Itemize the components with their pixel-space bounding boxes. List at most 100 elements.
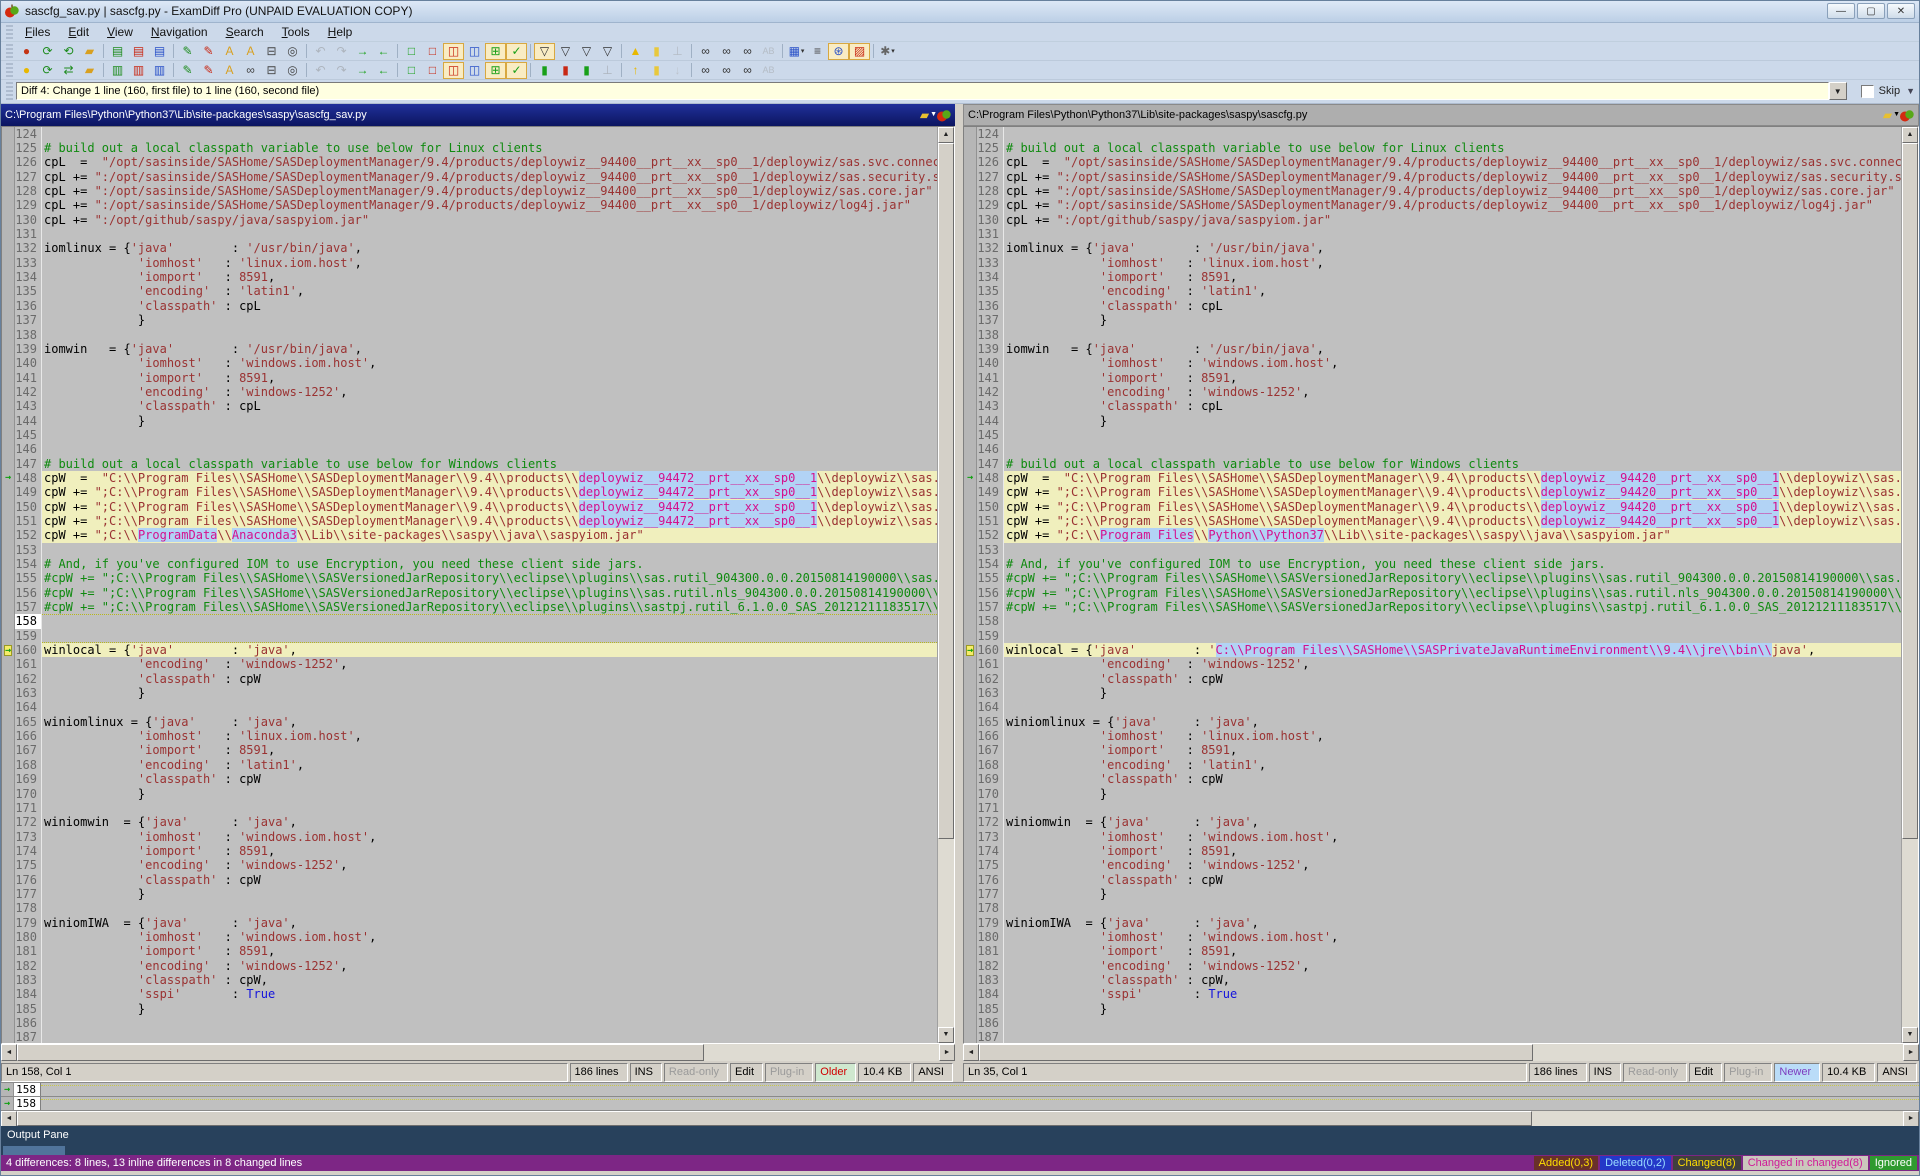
code-line-168[interactable]: 168 'encoding' : 'latin1', xyxy=(964,758,1901,772)
code-line-179[interactable]: 179winiomIWA = {'java' : 'java', xyxy=(2,916,937,930)
find-icon[interactable]: ∞ xyxy=(695,43,716,60)
recompare-icon[interactable]: ⟳ xyxy=(37,43,58,60)
options-icon[interactable]: ✱▾ xyxy=(877,43,898,60)
right-code-rows[interactable]: 124125# build out a local classpath vari… xyxy=(964,127,1901,1043)
find-next-text-icon[interactable]: ∞ xyxy=(716,62,737,79)
code-line-139[interactable]: 139iomwin = {'java' : '/usr/bin/java', xyxy=(964,342,1901,356)
badge-ignored[interactable]: Ignored xyxy=(1870,1156,1917,1170)
badge-added-0-3-[interactable]: Added(0,3) xyxy=(1534,1156,1598,1170)
code-line-150[interactable]: 150cpW += ";C:\\Program Files\\SASHome\\… xyxy=(964,500,1901,514)
code-line-135[interactable]: 135 'encoding' : 'latin1', xyxy=(964,284,1901,298)
code-line-174[interactable]: 174 'iomport' : 8591, xyxy=(964,844,1901,858)
highlight-all-icon[interactable]: AB xyxy=(758,62,779,79)
filter-deleted-icon[interactable]: ▽ xyxy=(576,43,597,60)
code-line-185[interactable]: 185 } xyxy=(964,1002,1901,1016)
diffbar-grip[interactable] xyxy=(6,82,13,100)
menu-view[interactable]: View xyxy=(98,23,142,41)
menu-files[interactable]: Files xyxy=(16,23,59,41)
code-line-182[interactable]: 182 'encoding' : 'windows-1252', xyxy=(2,959,937,973)
right-hscroll-thumb[interactable] xyxy=(979,1044,1533,1061)
badge-changed-in-changed-8-[interactable]: Changed in changed(8) xyxy=(1743,1156,1868,1170)
attachment-icon[interactable]: ⊥ xyxy=(597,62,618,79)
code-line-178[interactable]: 178 xyxy=(2,901,937,915)
code-line-167[interactable]: 167 'iomport' : 8591, xyxy=(964,743,1901,757)
bottom-scroll-left-icon[interactable]: ◄ xyxy=(1,1111,17,1127)
code-line-154[interactable]: 154# And, if you've configured IOM to us… xyxy=(964,557,1901,571)
show-identical-icon[interactable]: □ xyxy=(401,43,422,60)
badge-deleted-0-2-[interactable]: Deleted(0,2) xyxy=(1600,1156,1671,1170)
code-line-134[interactable]: 134 'iomport' : 8591, xyxy=(964,270,1901,284)
code-line-135[interactable]: 135 'encoding' : 'latin1', xyxy=(2,284,937,298)
previous-change-icon[interactable]: ↑ xyxy=(625,62,646,79)
code-line-184[interactable]: 184 'sspi' : True xyxy=(2,987,937,1001)
bottom-scroll-right-icon[interactable]: ► xyxy=(1903,1111,1919,1127)
code-line-165[interactable]: 165winiomlinux = {'java' : 'java', xyxy=(2,715,937,729)
code-line-151[interactable]: 151cpW += ";C:\\Program Files\\SASHome\\… xyxy=(2,514,937,528)
redo-edit-icon[interactable]: ↷ xyxy=(331,62,352,79)
redo-icon[interactable]: ↷ xyxy=(331,43,352,60)
tree-view-icon[interactable]: ⊥ xyxy=(667,43,688,60)
code-line-172[interactable]: 172winiomwin = {'java' : 'java', xyxy=(964,815,1901,829)
go-previous-diff-icon[interactable]: ← xyxy=(373,62,394,79)
code-line-147[interactable]: 147# build out a local classpath variabl… xyxy=(964,457,1901,471)
code-line-176[interactable]: 176 'classpath' : cpW xyxy=(964,873,1901,887)
code-line-178[interactable]: 178 xyxy=(964,901,1901,915)
save-both-icon[interactable]: ▤ xyxy=(149,43,170,60)
code-line-130[interactable]: 130cpL += ":/opt/github/saspy/java/saspy… xyxy=(964,213,1901,227)
code-line-152[interactable]: 152cpW += ";C:\\Program Files\\Python\\P… xyxy=(964,528,1901,542)
code-line-129[interactable]: 129cpL += ":/opt/sasinside/SASHome/SASDe… xyxy=(964,198,1901,212)
code-line-181[interactable]: 181 'iomport' : 8591, xyxy=(2,944,937,958)
show-first-only-icon[interactable]: ◫ xyxy=(443,43,464,60)
edit-first-icon[interactable]: ✎ xyxy=(177,43,198,60)
code-line-153[interactable]: 153 xyxy=(2,543,937,557)
next-bookmark-icon[interactable]: ▮ xyxy=(576,62,597,79)
print-report-icon[interactable]: ⊟ xyxy=(261,62,282,79)
code-line-180[interactable]: 180 'iomhost' : 'windows.iom.host', xyxy=(2,930,937,944)
code-line-137[interactable]: 137 } xyxy=(964,313,1901,327)
code-line-177[interactable]: 177 } xyxy=(964,887,1901,901)
code-line-124[interactable]: 124 xyxy=(964,127,1901,141)
code-line-125[interactable]: 125# build out a local classpath variabl… xyxy=(964,141,1901,155)
code-line-125[interactable]: 125# build out a local classpath variabl… xyxy=(2,141,937,155)
code-line-176[interactable]: 176 'classpath' : cpW xyxy=(2,873,937,887)
code-line-159[interactable]: 159 xyxy=(964,629,1901,643)
code-line-136[interactable]: 136 'classpath' : cpL xyxy=(964,299,1901,313)
minimize-button[interactable]: — xyxy=(1827,3,1855,19)
compare-directories-icon[interactable]: ● xyxy=(16,62,37,79)
code-line-131[interactable]: 131 xyxy=(964,227,1901,241)
right-vscroll-thumb[interactable] xyxy=(1902,143,1918,839)
edit-second-file-icon[interactable]: ✎ xyxy=(198,62,219,79)
code-line-128[interactable]: 128cpL += ":/opt/sasinside/SASHome/SASDe… xyxy=(2,184,937,198)
find-text-icon[interactable]: ∞ xyxy=(695,62,716,79)
code-line-126[interactable]: 126cpL = "/opt/sasinside/SASHome/SASDepl… xyxy=(2,155,937,169)
code-line-160[interactable]: →160winlocal = {'java' : 'java', xyxy=(2,643,937,657)
refresh-files-icon[interactable]: ⟲ xyxy=(58,43,79,60)
right-scroll-left-icon[interactable]: ◄ xyxy=(963,1044,979,1061)
code-line-137[interactable]: 137 } xyxy=(2,313,937,327)
code-line-155[interactable]: 155#cpW += ";C:\\Program Files\\SASHome\… xyxy=(964,571,1901,585)
pane-splitter[interactable] xyxy=(955,104,963,1082)
code-line-145[interactable]: 145 xyxy=(964,428,1901,442)
right-scroll-right-icon[interactable]: ► xyxy=(1903,1044,1919,1061)
code-line-146[interactable]: 146 xyxy=(2,442,937,456)
output-pane-tab[interactable] xyxy=(3,1146,65,1155)
save-first-file-icon[interactable]: ▥ xyxy=(107,62,128,79)
print-icon[interactable]: ⊟ xyxy=(261,43,282,60)
highlight-inline-icon[interactable]: ✓ xyxy=(506,62,527,79)
bottom-scroll-thumb[interactable] xyxy=(17,1111,1532,1126)
code-line-142[interactable]: 142 'encoding' : 'windows-1252', xyxy=(2,385,937,399)
code-line-180[interactable]: 180 'iomhost' : 'windows.iom.host', xyxy=(964,930,1901,944)
open-files-icon[interactable]: ▰ xyxy=(79,43,100,60)
readonly-second-icon[interactable]: A xyxy=(240,43,261,60)
code-line-126[interactable]: 126cpL = "/opt/sasinside/SASHome/SASDepl… xyxy=(964,155,1901,169)
undo-edit-icon[interactable]: ↶ xyxy=(310,62,331,79)
code-line-162[interactable]: 162 'classpath' : cpW xyxy=(2,672,937,686)
code-line-162[interactable]: 162 'classpath' : cpW xyxy=(964,672,1901,686)
code-line-139[interactable]: 139iomwin = {'java' : '/usr/bin/java', xyxy=(2,342,937,356)
code-line-132[interactable]: 132iomlinux = {'java' : '/usr/bin/java', xyxy=(964,241,1901,255)
code-line-184[interactable]: 184 'sspi' : True xyxy=(964,987,1901,1001)
show-left-only-icon[interactable]: ◫ xyxy=(443,62,464,79)
right-scroll-up-icon[interactable]: ▲ xyxy=(1902,127,1918,143)
match-case-icon[interactable]: AB xyxy=(758,43,779,60)
find-next-icon[interactable]: ∞ xyxy=(716,43,737,60)
